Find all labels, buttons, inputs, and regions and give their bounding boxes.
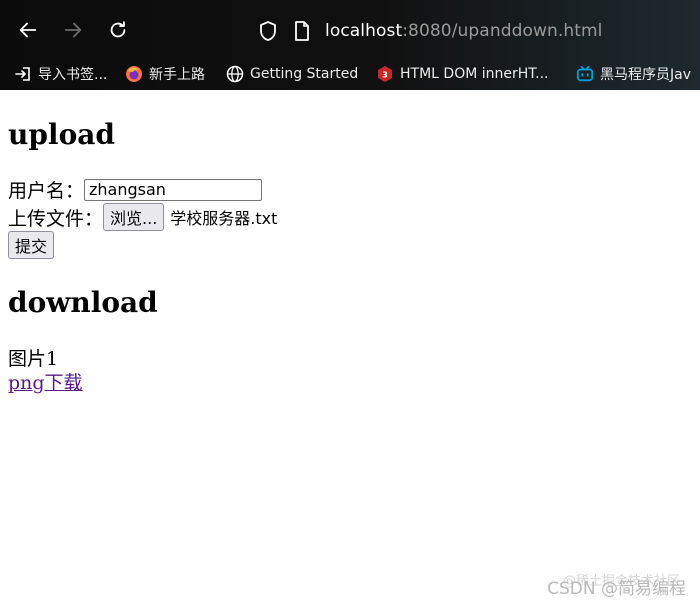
bilibili-icon <box>576 65 594 83</box>
browser-chrome: localhost:8080/upanddown.html 导入书签... 新手… <box>0 0 700 90</box>
file-row: 上传文件： 浏览... 学校服务器.txt <box>8 203 277 231</box>
bookmark-label: 黑马程序员Jav <box>600 67 691 83</box>
bookmark-label: Getting Started <box>250 66 359 82</box>
arrow-right-icon <box>64 22 82 38</box>
navigation-toolbar: localhost:8080/upanddown.html <box>0 0 700 60</box>
url-path: :8080/upanddown.html <box>402 21 603 41</box>
bookmark-import[interactable]: 导入书签... <box>14 63 107 85</box>
address-bar[interactable]: localhost:8080/upanddown.html <box>250 14 700 48</box>
w3school-icon: 3 <box>376 65 394 83</box>
submit-row: 提交 <box>8 231 55 259</box>
url-text[interactable]: localhost:8080/upanddown.html <box>325 21 602 41</box>
upload-heading: upload <box>8 118 115 151</box>
forward-button[interactable] <box>60 17 86 43</box>
browse-button[interactable]: 浏览... <box>103 203 165 231</box>
globe-icon <box>226 65 244 83</box>
username-row: 用户名： <box>8 176 263 203</box>
bookmark-heima[interactable]: 黑马程序员Jav <box>576 63 691 85</box>
picture-label: 图片1 <box>8 348 59 370</box>
bookmark-label: HTML DOM innerHT... <box>400 66 549 82</box>
import-icon <box>14 65 32 83</box>
reload-button[interactable] <box>105 17 131 43</box>
csdn-watermark: CSDN @简易编程 <box>547 579 686 599</box>
bookmark-innerhtml[interactable]: 3 HTML DOM innerHT... <box>376 63 549 85</box>
shield-icon[interactable] <box>258 20 278 46</box>
username-label: 用户名： <box>8 180 85 202</box>
submit-button[interactable]: 提交 <box>8 231 55 259</box>
page-info-icon[interactable] <box>293 20 311 46</box>
png-download-link[interactable]: png下载 <box>8 368 83 395</box>
url-host: localhost <box>325 21 403 41</box>
username-input[interactable] <box>84 178 263 201</box>
file-label: 上传文件： <box>8 207 104 230</box>
bookmarks-toolbar: 导入书签... 新手上路 Getting Started 3 HTML DOM … <box>0 60 700 88</box>
selected-file-name: 学校服务器.txt <box>170 209 278 228</box>
reload-icon <box>110 21 126 38</box>
back-button[interactable] <box>15 17 41 43</box>
bookmark-label: 导入书签... <box>38 67 108 83</box>
bookmark-getting-started-cn[interactable]: 新手上路 <box>125 63 205 85</box>
arrow-left-icon <box>19 22 37 38</box>
download-heading: download <box>8 286 158 319</box>
bookmark-getting-started[interactable]: Getting Started <box>226 63 358 85</box>
firefox-icon <box>125 65 143 83</box>
bookmark-label: 新手上路 <box>149 67 205 83</box>
svg-text:3: 3 <box>382 71 388 80</box>
